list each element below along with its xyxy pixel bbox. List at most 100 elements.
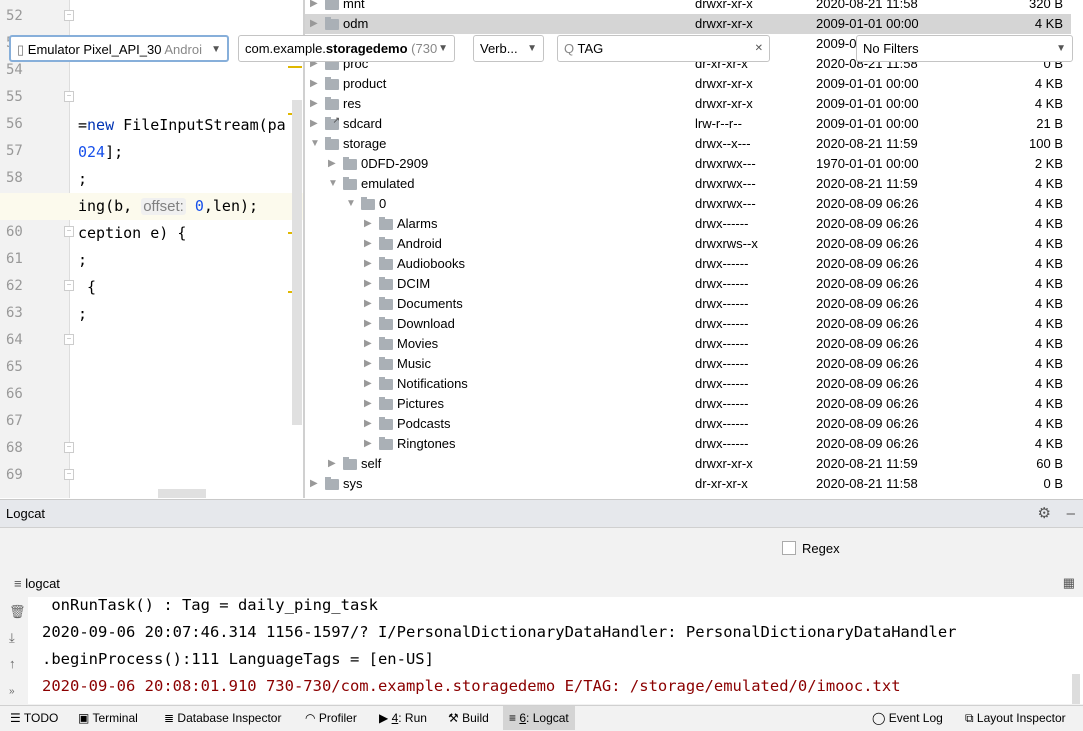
file-date: 2020-08-09 06:26 [816,196,919,211]
file-date: 1970-01-01 00:00 [816,156,919,171]
chevron-right-icon[interactable]: ▶ [364,214,372,234]
editor-vertical-scrollbar[interactable] [292,100,302,425]
run-tab[interactable]: ▶ 4: Run [379,706,427,730]
file-row[interactable]: ▶ Audiobooks drwx------ 2020-08-09 06:26 4 K… [305,254,1071,274]
chevron-right-icon[interactable]: ▶ [364,334,372,354]
chevron-right-icon[interactable]: ▶ [310,14,318,34]
fold-icon[interactable]: − [64,334,74,345]
fold-icon[interactable]: − [64,91,74,102]
chevron-right-icon[interactable]: ▶ [364,374,372,394]
file-row[interactable]: ▼ storage drwx--x--- 2020-08-21 11:59 100 B [305,134,1071,154]
up-arrow-icon[interactable]: ↑ [9,656,16,671]
minimize-icon[interactable]: – [1067,500,1075,528]
chevron-right-icon[interactable]: ▶ [364,274,372,294]
file-row[interactable]: ▼ emulated drwxrwx--- 2020-08-21 11:59 4 KB [305,174,1071,194]
file-row[interactable]: ▶ product drwxr-xr-x 2009-01-01 00:00 4 KB [305,74,1071,94]
file-row[interactable]: ▶ Music drwx------ 2020-08-09 06:26 4 KB [305,354,1071,374]
terminal-tab[interactable]: ▣ Terminal [78,706,138,730]
chevron-down-icon[interactable]: ▼ [310,134,320,154]
file-row[interactable]: ▶ Pictures drwx------ 2020-08-09 06:26 4 KB [305,394,1071,414]
trash-icon[interactable]: 🗑 [9,604,26,620]
file-row[interactable]: ▶ Notifications drwx------ 2020-08-09 06:26… [305,374,1071,394]
build-tab[interactable]: ⚒ Build [448,706,489,730]
chevron-right-icon[interactable]: ▶ [364,354,372,374]
log-level-selector[interactable]: Verb... ▼ [473,35,544,62]
chevron-right-icon[interactable]: ▶ [328,454,336,474]
chevron-right-icon[interactable]: ▶ [310,94,318,114]
chevron-right-icon[interactable]: ▶ [364,234,372,254]
layout-icon[interactable]: ▦ [1063,575,1075,591]
line-number: 64 [6,332,23,348]
chevron-down-icon[interactable]: ▼ [346,194,356,214]
log-scrollbar[interactable] [1072,674,1080,704]
file-size: 4 KB [1034,416,1063,431]
fold-icon[interactable]: − [64,10,74,21]
file-row[interactable]: ▶ mnt drwxr-xr-x 2020-08-21 11:58 320 B [305,0,1071,14]
file-name: Android [397,236,442,251]
file-row[interactable]: ▶ DCIM drwx------ 2020-08-09 06:26 4 KB [305,274,1071,294]
file-row[interactable]: ▶ sys dr-xr-xr-x 2020-08-21 11:58 0 B [305,474,1071,494]
fold-icon[interactable]: − [64,226,74,237]
database-inspector-tab[interactable]: ≣ Database Inspector [164,706,281,730]
logcat-tool-tab[interactable]: ≡ 6: Logcat [503,706,575,730]
file-row[interactable]: ▶ Android drwxrws--x 2020-08-09 06:26 4 KB [305,234,1071,254]
fold-icon[interactable]: − [64,469,74,480]
file-row[interactable]: ▶ Alarms drwx------ 2020-08-09 06:26 4 KB [305,214,1071,234]
file-permissions: drwxr-xr-x [695,0,753,11]
file-permissions: drwx------ [695,376,749,391]
file-row[interactable]: ▶ Documents drwx------ 2020-08-09 06:26 4 KB [305,294,1071,314]
chevron-right-icon[interactable]: ▶ [364,294,372,314]
file-row[interactable]: ▶ 0DFD-2909 drwxrwx--- 1970-01-01 00:00 2 KB [305,154,1071,174]
file-row[interactable]: ▶ res drwxr-xr-x 2009-01-01 00:00 4 KB [305,94,1071,114]
chevron-right-icon[interactable]: ▶ [364,414,372,434]
layout-inspector-tab[interactable]: ⧉ Layout Inspector [965,706,1066,730]
chevron-right-icon[interactable]: ▶ [364,394,372,414]
file-name: odm [343,16,369,31]
file-permissions: drwx------ [695,436,749,451]
code-editor[interactable]: 52−535455−5657585960−6162−6364−65666768−… [0,0,303,498]
editor-horizontal-scrollbar[interactable] [158,489,206,498]
file-row[interactable]: ▼ 0 drwxrwx--- 2020-08-09 06:26 4 KB [305,194,1071,214]
chevron-right-icon[interactable]: ▶ [310,0,318,14]
file-row[interactable]: ▶ ↗ sdcard lrw-r--r-- 2009-01-01 00:00 21 B [305,114,1071,134]
log-line: .beginProcess():111 LanguageTags = [en-U… [42,650,434,668]
scroll-to-end-icon[interactable]: ⤓ [9,630,15,646]
file-row[interactable]: ▶ odm drwxr-xr-x 2009-01-01 00:00 4 KB [305,14,1071,34]
chevron-right-icon[interactable]: ▶ [310,74,318,94]
file-date: 2020-08-09 06:26 [816,296,919,311]
file-row[interactable]: ▶ Podcasts drwx------ 2020-08-09 06:26 4 KB [305,414,1071,434]
chevron-right-icon[interactable]: ▶ [364,434,372,454]
folder-icon [325,77,339,90]
file-row[interactable]: ▶ Movies drwx------ 2020-08-09 06:26 4 KB [305,334,1071,354]
fold-icon[interactable]: − [64,442,74,453]
search-input[interactable]: Q TAG ✕ [557,35,770,62]
file-name: emulated [361,176,415,191]
file-name: Pictures [397,396,444,411]
profiler-tab[interactable]: ◠ Profiler [305,706,357,730]
chevron-down-icon[interactable]: ▼ [328,174,338,194]
chevron-right-icon[interactable]: ▶ [310,474,318,494]
log-output[interactable]: onRunTask() : Tag = daily_ping_task 2020-… [28,596,1083,704]
chevron-right-icon[interactable]: ▶ [328,154,336,174]
clear-icon[interactable]: ✕ [755,36,763,61]
device-selector[interactable]: ▯ Emulator Pixel_API_30 Androi ▼ [9,35,229,62]
logcat-tab[interactable]: ≡ logcat [14,576,60,591]
warning-marker[interactable] [288,66,302,68]
filter-selector[interactable]: No Filters ▼ [856,35,1073,62]
todo-tab[interactable]: ☰ TODO [10,706,58,730]
file-row[interactable]: ▶ Download drwx------ 2020-08-09 06:26 4 KB [305,314,1071,334]
file-row[interactable]: ▶ self drwxr-xr-x 2020-08-21 11:59 60 B [305,454,1071,474]
file-row[interactable]: ▶ Ringtones drwx------ 2020-08-09 06:26 4 KB [305,434,1071,454]
fold-icon[interactable]: − [64,280,74,291]
chevron-right-icon[interactable]: ▶ [364,314,372,334]
file-name: Documents [397,296,463,311]
chevron-right-icon[interactable]: ▶ [310,114,318,134]
gear-icon[interactable]: ⚙ [1038,500,1051,528]
file-name: DCIM [397,276,431,291]
event-log-tab[interactable]: ◯ Event Log [872,706,943,730]
file-name: self [361,456,382,471]
more-icon[interactable]: » [9,686,15,697]
process-selector[interactable]: com.example.storagedemo (730 ▼ [238,35,455,62]
chevron-right-icon[interactable]: ▶ [364,254,372,274]
regex-checkbox[interactable] [782,541,796,555]
